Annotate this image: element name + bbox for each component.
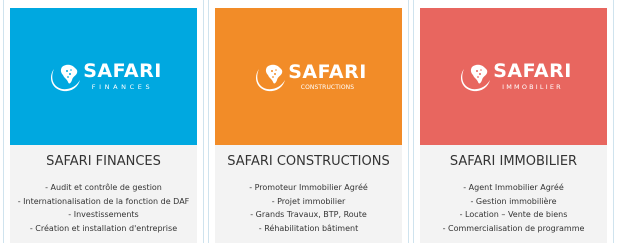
finances-banner: SAFARI FINANCES	[10, 8, 197, 145]
immobilier-logo-subtitle: IMMOBILIER	[502, 83, 563, 92]
constructions-logo-brand: SAFARI	[288, 60, 367, 83]
list-item: - Internationalisation de la fonction de…	[17, 196, 190, 206]
services-section: SAFARI FINANCES SAFARI FINANCES - Audit …	[0, 0, 617, 243]
list-item: - Commercialisation de programme	[442, 223, 585, 233]
service-card-finances[interactable]: SAFARI FINANCES SAFARI FINANCES - Audit …	[3, 0, 204, 243]
africa-globe-icon	[256, 64, 286, 91]
list-item: - Projet immobilier	[271, 196, 346, 206]
immobilier-logo-brand: SAFARI	[493, 60, 572, 83]
list-item: - Audit et contrôle de gestion	[45, 183, 162, 192]
finances-logo-subtitle: FINANCES	[91, 83, 154, 92]
immobilier-title[interactable]: SAFARI IMMOBILIER	[420, 154, 607, 169]
list-item: - Location – Vente de biens	[459, 210, 568, 219]
constructions-logo[interactable]: SAFARI CONSTRUCTIONS	[250, 57, 367, 97]
africa-globe-icon	[51, 64, 81, 91]
constructions-services-list: - Promoteur Immobilier Agréé - Projet im…	[215, 181, 402, 235]
service-card-immobilier[interactable]: SAFARI IMMOBILIER SAFARI IMMOBILIER - Ag…	[413, 0, 614, 243]
finances-logo-brand: SAFARI	[83, 60, 162, 83]
list-item: - Grands Travaux, BTP, Route	[250, 210, 367, 219]
finances-logo[interactable]: SAFARI FINANCES	[45, 57, 162, 97]
immobilier-logo[interactable]: SAFARI IMMOBILIER	[455, 57, 572, 97]
finances-services-list: - Audit et contrôle de gestion - Interna…	[10, 181, 197, 235]
service-card-constructions[interactable]: SAFARI CONSTRUCTIONS SAFARI CONSTRUCTION…	[208, 0, 409, 243]
immobilier-banner: SAFARI IMMOBILIER	[420, 8, 607, 145]
africa-globe-icon	[461, 64, 491, 91]
finances-title[interactable]: SAFARI FINANCES	[10, 154, 197, 169]
finances-body: SAFARI FINANCES - Audit et contrôle de g…	[10, 145, 197, 243]
immobilier-body: SAFARI IMMOBILIER - Agent Immobilier Agr…	[420, 145, 607, 243]
constructions-logo-subtitle: CONSTRUCTIONS	[300, 83, 355, 91]
list-item: - Promoteur Immobilier Agréé	[249, 183, 368, 192]
constructions-title[interactable]: SAFARI CONSTRUCTIONS	[215, 154, 402, 169]
list-item: - Agent Immobilier Agréé	[463, 183, 564, 192]
list-item: - Gestion immobilière	[470, 196, 557, 206]
list-item: - Création et installation d'entreprise	[29, 223, 178, 233]
constructions-body: SAFARI CONSTRUCTIONS - Promoteur Immobil…	[215, 145, 402, 243]
constructions-banner: SAFARI CONSTRUCTIONS	[215, 8, 402, 145]
list-item: - Réhabilitation bâtiment	[258, 223, 359, 233]
immobilier-services-list: - Agent Immobilier Agréé - Gestion immob…	[420, 181, 607, 235]
list-item: - Investissements	[68, 210, 139, 219]
